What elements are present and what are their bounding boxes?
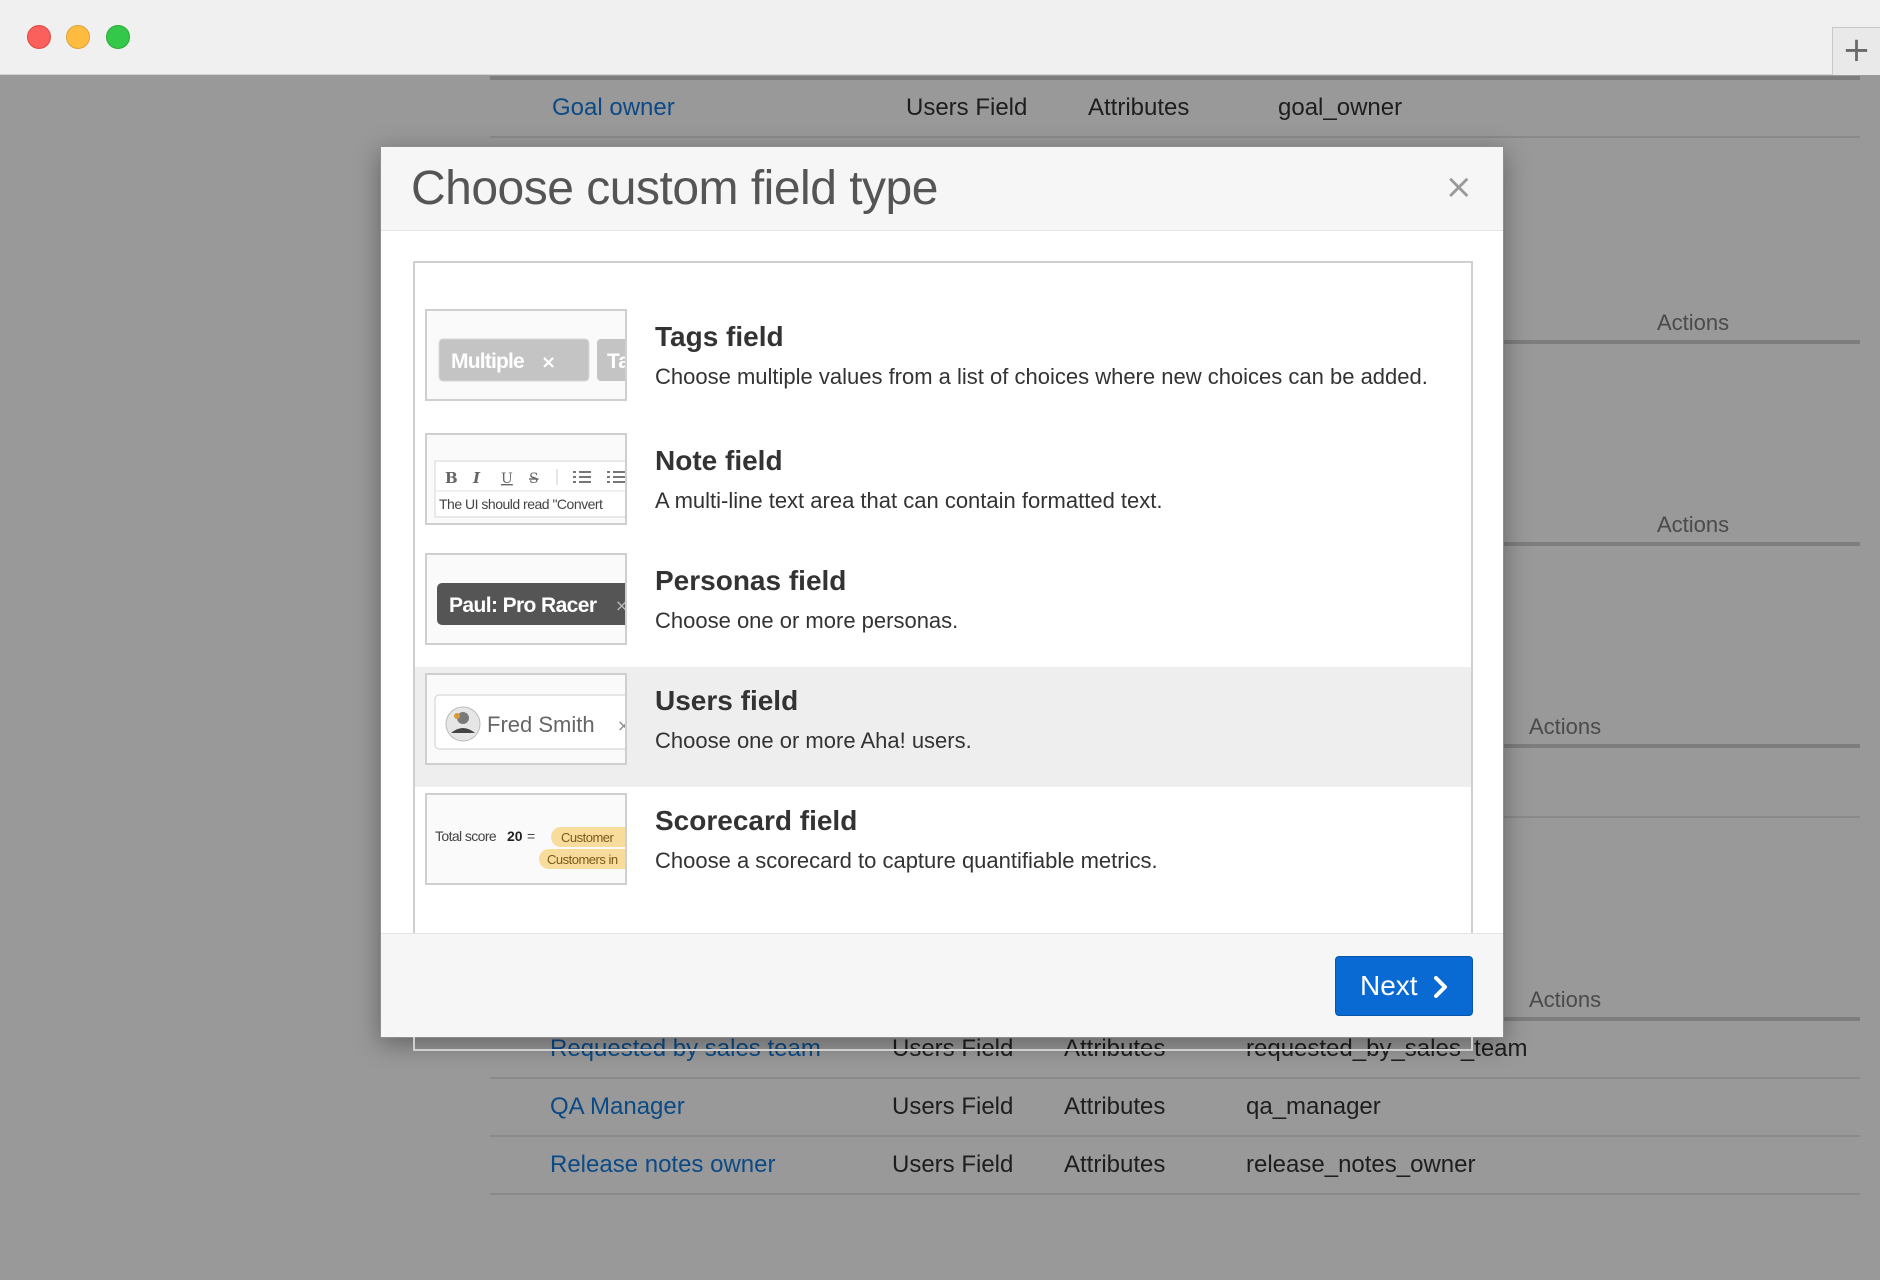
field-key: goal_owner <box>1278 94 1403 121</box>
table-row: Release notes owner Users Field Attribut… <box>490 1137 1860 1195</box>
field-name-link[interactable]: Goal owner <box>552 94 675 122</box>
option-description: Choose a scorecard to capture quantifiab… <box>655 848 1158 873</box>
field-type-option-tags[interactable]: Multiple × Ta Tags field Choose multiple… <box>415 303 1471 423</box>
actions-header: Actions <box>1657 310 1730 335</box>
strikethrough-icon: S <box>529 471 539 487</box>
option-description: A multi-line text area that can contain … <box>655 488 1163 513</box>
dialog-header: Choose custom field type × <box>381 147 1503 231</box>
option-title: Personas field <box>655 565 847 596</box>
field-type-option-note[interactable]: B I U S The UI should read "Convert Note… <box>415 427 1471 547</box>
user-chip-graphic: Fred Smith × <box>434 694 627 750</box>
field-category: Attributes <box>1088 94 1190 121</box>
dialog-footer: Next <box>381 933 1503 1037</box>
numbered-list-icon <box>607 471 625 483</box>
next-button-label: Next <box>1360 970 1418 1001</box>
option-description: Choose one or more Aha! users. <box>655 728 972 753</box>
option-description: Choose multiple values from a list of ch… <box>655 364 1428 389</box>
tags-chip-text: Ta <box>607 350 627 373</box>
field-key: release_notes_owner <box>1246 1151 1476 1178</box>
tags-chips-graphic: Multiple × Ta <box>438 338 627 382</box>
actions-header: Actions <box>1529 987 1602 1012</box>
option-title: Tags field <box>655 321 784 352</box>
persona-chip-graphic: Paul: Pro Racer × <box>437 583 627 625</box>
field-key: qa_manager <box>1246 1093 1381 1120</box>
note-field-preview: B I U S The UI should read "Convert <box>425 433 627 525</box>
scorecard-label: Total score <box>435 828 497 844</box>
chip-remove-icon: × <box>617 716 627 735</box>
scorecard-score: 20 <box>507 828 523 844</box>
note-editor-graphic: B I U S The UI should read "Convert <box>434 460 625 518</box>
users-field-preview: Fred Smith × <box>425 673 627 765</box>
actions-header: Actions <box>1529 714 1602 739</box>
option-description: Choose one or more personas. <box>655 608 959 633</box>
zoom-window-button[interactable] <box>106 25 130 49</box>
personas-field-preview: Paul: Pro Racer × <box>425 553 627 645</box>
tags-chip-text: Multiple <box>451 350 524 373</box>
window-titlebar: + <box>0 0 1880 75</box>
scorecard-graphic: Total score 20 = Customer Customers in <box>435 827 625 869</box>
field-type-option[interactable] <box>415 263 1471 279</box>
field-type: Users Field <box>906 94 1028 121</box>
underline-icon: U <box>501 471 513 487</box>
field-type: Users Field <box>892 1093 1014 1120</box>
actions-header: Actions <box>1657 512 1730 537</box>
close-icon[interactable]: × <box>1445 167 1474 207</box>
chevron-right-icon <box>1434 976 1447 998</box>
field-category: Attributes <box>1064 1093 1166 1120</box>
scorecard-tag: Customer <box>561 830 615 845</box>
chip-remove-icon: × <box>615 596 627 615</box>
row-divider <box>1500 816 1860 818</box>
field-type-option-personas[interactable]: Paul: Pro Racer × Personas field Choose … <box>415 547 1471 667</box>
table-row: Goal owner Users Field Attributes goal_o… <box>490 80 1860 138</box>
option-title: Users field <box>655 685 799 716</box>
persona-chip-text: Paul: Pro Racer <box>449 594 597 617</box>
bullet-list-icon <box>573 471 591 483</box>
option-title: Note field <box>655 445 783 476</box>
note-preview-text: The UI should read "Convert <box>439 496 603 512</box>
scorecard-field-preview: Total score 20 = Customer Customers in <box>425 793 627 885</box>
tags-field-preview: Multiple × Ta <box>425 309 627 401</box>
new-tab-button[interactable]: + <box>1832 27 1880 75</box>
field-category: Attributes <box>1064 1151 1166 1178</box>
option-title: Scorecard field <box>655 805 858 836</box>
user-chip-text: Fred Smith <box>487 712 595 737</box>
next-button[interactable]: Next <box>1335 956 1473 1016</box>
field-type-option-scorecard[interactable]: Total score 20 = Customer Customers in S… <box>415 787 1471 907</box>
dialog-title: Choose custom field type <box>411 162 938 215</box>
bold-icon: B <box>445 469 458 487</box>
chip-remove-icon: × <box>541 352 556 373</box>
table-row: QA Manager Users Field Attributes qa_man… <box>490 1079 1860 1137</box>
field-type-option-users[interactable]: Fred Smith × Users field Choose one or m… <box>415 667 1471 787</box>
choose-field-type-dialog: Choose custom field type × Multiple × Ta <box>380 146 1504 1051</box>
close-window-button[interactable] <box>27 25 51 49</box>
field-name-link[interactable]: QA Manager <box>550 1093 685 1121</box>
scorecard-equals: = <box>527 828 535 844</box>
scorecard-tag: Customers in <box>547 852 618 867</box>
field-type: Users Field <box>892 1151 1014 1178</box>
minimize-window-button[interactable] <box>66 25 90 49</box>
field-name-link[interactable]: Release notes owner <box>550 1151 775 1179</box>
user-avatar-icon <box>445 706 481 742</box>
plus-icon: + <box>1842 30 1871 70</box>
italic-icon: I <box>472 469 481 487</box>
